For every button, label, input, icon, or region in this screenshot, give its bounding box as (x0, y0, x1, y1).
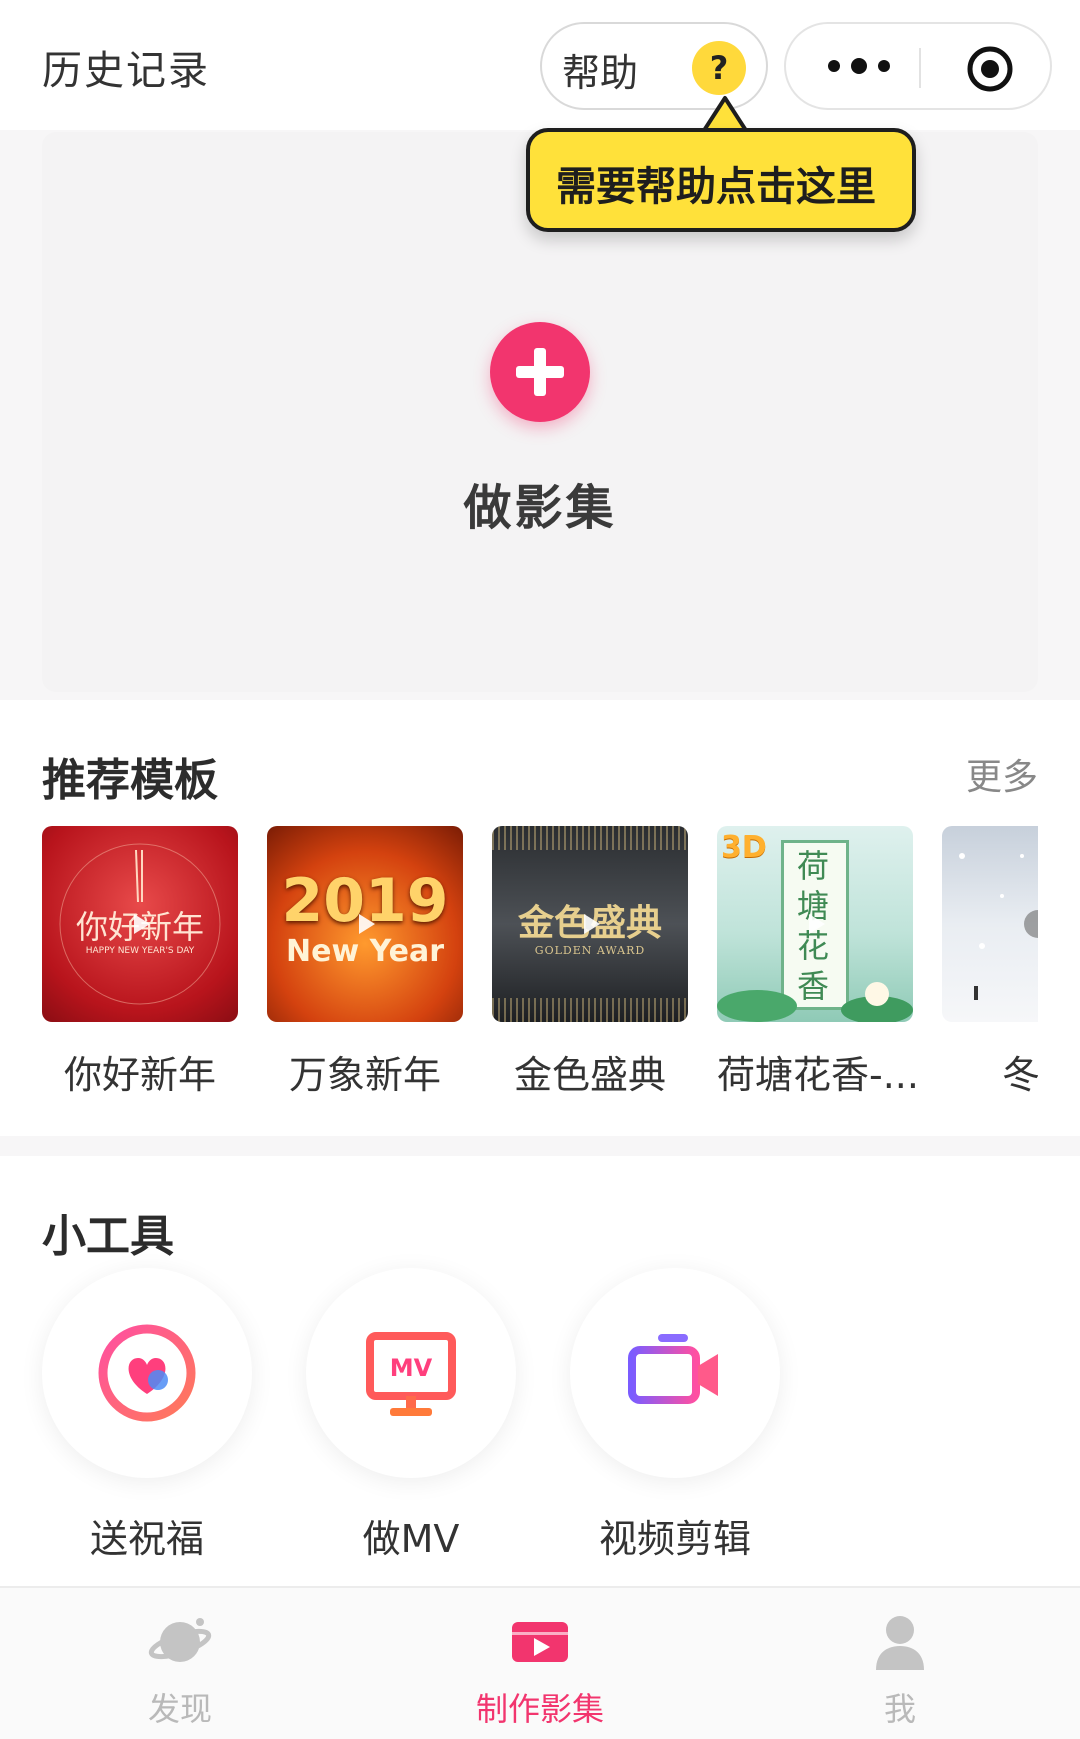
capsule-divider (919, 48, 921, 88)
user-icon (876, 1616, 924, 1670)
create-album-label: 做影集 (463, 480, 617, 536)
tool-send-blessing[interactable]: 送祝福 (42, 1268, 252, 1568)
template-card[interactable]: 你好新年 HAPPY NEW YEAR'S DAY 你好新年 (42, 826, 238, 1106)
tool-icon-circle: MV (306, 1268, 516, 1478)
target-circle-icon[interactable] (965, 44, 1015, 94)
more-dots-icon[interactable] (824, 46, 894, 86)
top-bar: 历史记录 帮助 ? (0, 0, 1080, 130)
help-question-icon: ? (692, 41, 746, 95)
template-thumbnail: 2019 New Year (267, 826, 463, 1022)
templates-title: 推荐模板 (42, 755, 218, 806)
template-name: 荷塘花香-... (717, 1053, 919, 1097)
plus-icon[interactable] (490, 322, 590, 422)
template-card[interactable]: 3D 荷塘花香 荷塘花香-... (717, 826, 919, 1106)
tool-icon-circle (42, 1268, 252, 1478)
bottom-tab-bar: 发现 制作影集 我 (0, 1586, 1080, 1739)
play-icon (359, 914, 375, 934)
video-camera-icon (628, 1334, 718, 1404)
tab-discover[interactable]: 发现 (80, 1588, 280, 1739)
template-name: 冬日 (1001, 1053, 1038, 1097)
tab-make-album[interactable]: 制作影集 (440, 1588, 640, 1739)
template-thumbnail (942, 826, 1038, 1022)
heart-ring-icon (98, 1324, 196, 1422)
template-name: 你好新年 (63, 1053, 216, 1097)
template-badge-3d: 3D (721, 830, 767, 865)
templates-row[interactable]: 你好新年 HAPPY NEW YEAR'S DAY 你好新年 2019 New … (42, 826, 1038, 1106)
template-name: 金色盛典 (513, 1053, 666, 1097)
play-icon (584, 914, 600, 934)
mini-program-capsule (784, 22, 1052, 110)
template-name: 万象新年 (288, 1053, 441, 1097)
tab-label: 我 (883, 1690, 916, 1728)
tool-name: 送祝福 (89, 1517, 204, 1561)
template-card[interactable]: 冬日 (942, 826, 1038, 1106)
play-icon (809, 914, 825, 934)
tab-label: 制作影集 (475, 1690, 604, 1728)
tool-name: 做MV (362, 1517, 460, 1561)
template-thumb-subtext: GOLDEN AWARD (534, 944, 646, 957)
help-label: 帮助 (562, 51, 639, 95)
planet-icon (148, 1618, 212, 1662)
template-thumb-subtext: New Year (286, 934, 444, 969)
tool-name: 视频剪辑 (598, 1517, 751, 1561)
template-thumbnail: 金色盛典 GOLDEN AWARD (492, 826, 688, 1022)
templates-more-link[interactable]: 更多 (966, 748, 1038, 800)
play-icon (134, 914, 150, 934)
tool-make-mv[interactable]: MV 做MV (306, 1268, 516, 1568)
play-screen-icon (512, 1622, 568, 1662)
template-card[interactable]: 金色盛典 GOLDEN AWARD 金色盛典 (492, 826, 688, 1106)
tooltip-text: 需要帮助点击这里 (556, 164, 876, 210)
template-card[interactable]: 2019 New Year 万象新年 (267, 826, 463, 1106)
tab-label: 发现 (147, 1690, 212, 1728)
mv-icon-text: MV (390, 1354, 433, 1382)
mv-monitor-icon: MV (366, 1332, 456, 1416)
tool-video-edit[interactable]: 视频剪辑 (570, 1268, 780, 1568)
recommended-templates-section: 推荐模板 更多 你好新年 HAPPY NEW YEAR'S DAY 你好新年 2… (0, 700, 1080, 1136)
help-tooltip[interactable]: 需要帮助点击这里 (526, 128, 916, 232)
template-thumb-subtext: HAPPY NEW YEAR'S DAY (85, 946, 195, 956)
tab-me[interactable]: 我 (800, 1588, 1000, 1739)
history-title[interactable]: 历史记录 (42, 38, 210, 96)
template-thumbnail: 3D 荷塘花香 (717, 826, 913, 1022)
template-thumbnail: 你好新年 HAPPY NEW YEAR'S DAY (42, 826, 238, 1022)
tools-title: 小工具 (42, 1211, 174, 1262)
tool-icon-circle (570, 1268, 780, 1478)
tools-section: 小工具 送祝福 MV 做MV 视频剪辑 (0, 1156, 1080, 1586)
lotus-leaf-icon (717, 982, 913, 1022)
